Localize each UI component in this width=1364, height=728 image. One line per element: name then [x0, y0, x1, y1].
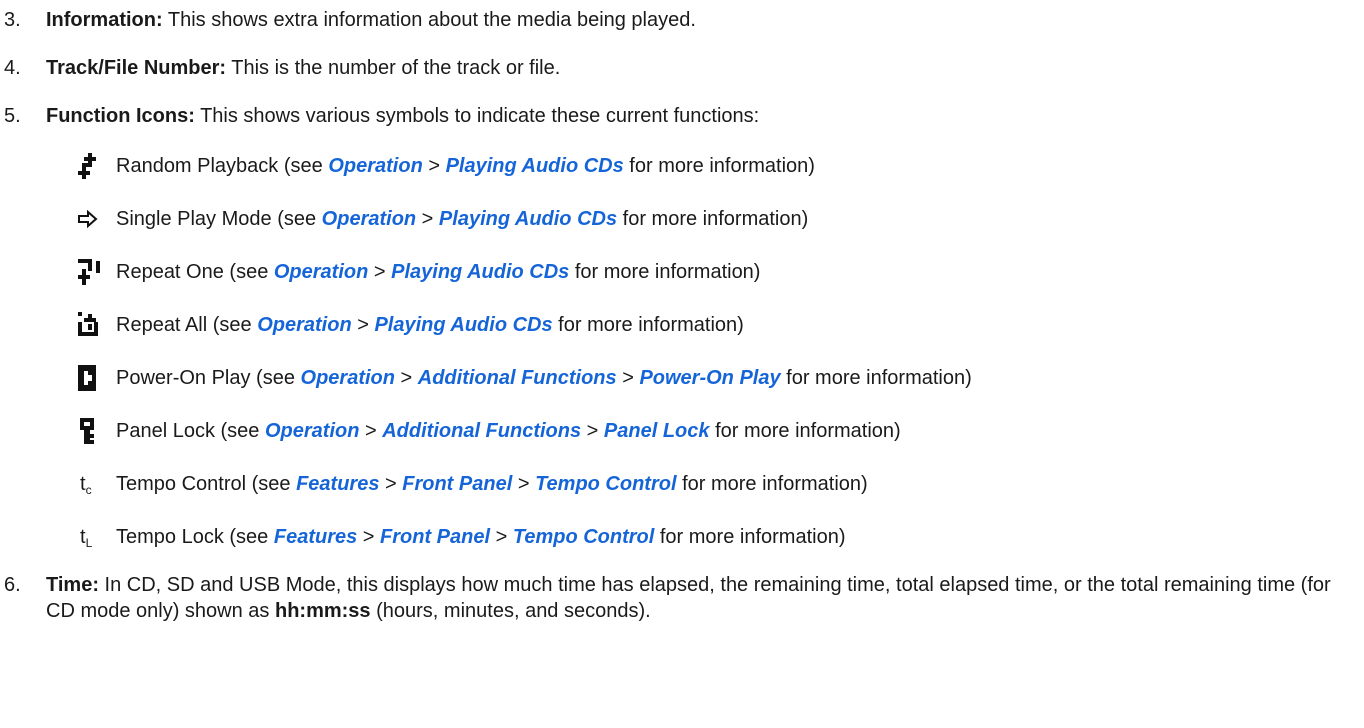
- link-front-panel[interactable]: Front Panel: [402, 473, 512, 495]
- link-panel-lock[interactable]: Panel Lock: [604, 420, 710, 442]
- function-label: Single Play Mode (see: [116, 208, 322, 230]
- function-label: Panel Lock (see: [116, 420, 265, 442]
- link-playing-audio-cds[interactable]: Playing Audio CDs: [439, 208, 617, 230]
- repeat-one-icon: [76, 259, 102, 285]
- item-term: Information:: [46, 9, 163, 31]
- link-separator: >: [359, 420, 383, 442]
- document-page: 3. Information: This shows extra informa…: [0, 0, 1364, 728]
- function-text: Repeat One (see Operation > Playing Audi…: [116, 259, 760, 285]
- function-suffix: for more information): [709, 420, 901, 442]
- link-front-panel[interactable]: Front Panel: [380, 526, 490, 548]
- tempo-glyph-sub: c: [85, 483, 92, 497]
- function-text: Power-On Play (see Operation > Additiona…: [116, 365, 972, 391]
- link-playing-audio-cds[interactable]: Playing Audio CDs: [446, 155, 624, 177]
- link-separator: >: [379, 473, 403, 495]
- function-text: Panel Lock (see Operation > Additional F…: [116, 418, 901, 444]
- link-additional-functions[interactable]: Additional Functions: [382, 420, 581, 442]
- link-operation[interactable]: Operation: [328, 155, 422, 177]
- link-power-on-play[interactable]: Power-On Play: [639, 367, 780, 389]
- link-separator: >: [368, 261, 392, 283]
- repeat-all-icon: [76, 312, 102, 338]
- link-separator: >: [581, 420, 604, 442]
- link-separator: >: [616, 367, 640, 389]
- function-label: Power-On Play (see: [116, 367, 301, 389]
- link-tempo-control[interactable]: Tempo Control: [513, 526, 654, 548]
- random-playback-icon: [76, 153, 102, 179]
- function-suffix: for more information): [676, 473, 868, 495]
- link-tempo-control[interactable]: Tempo Control: [535, 473, 676, 495]
- time-format: hh:mm:ss: [274, 600, 371, 622]
- item-term: Track/File Number:: [46, 57, 227, 79]
- item-term: Time:: [46, 574, 99, 596]
- item-desc: This shows various symbols to indicate t…: [194, 105, 760, 127]
- item-desc-tail: (hours, minutes, and seconds).: [370, 600, 651, 622]
- link-separator: >: [490, 526, 513, 548]
- function-suffix: for more information): [623, 155, 815, 177]
- item-body: Function Icons: This shows various symbo…: [46, 103, 759, 129]
- function-suffix: for more information): [569, 261, 761, 283]
- link-operation[interactable]: Operation: [301, 367, 395, 389]
- function-suffix: for more information): [617, 208, 809, 230]
- link-separator: >: [416, 208, 439, 230]
- function-text: Tempo Control (see Features > Front Pane…: [116, 471, 868, 497]
- link-operation[interactable]: Operation: [257, 314, 351, 336]
- link-separator: >: [512, 473, 536, 495]
- function-label: Random Playback (see: [116, 155, 329, 177]
- function-label: Tempo Control (see: [116, 473, 297, 495]
- item-number: 6.: [4, 574, 21, 596]
- power-on-play-icon: [76, 365, 102, 391]
- link-playing-audio-cds[interactable]: Playing Audio CDs: [391, 261, 569, 283]
- item-desc: In CD, SD and USB Mode, this displays ho…: [46, 574, 1331, 622]
- link-separator: >: [394, 367, 418, 389]
- function-label: Repeat One (see: [116, 261, 274, 283]
- link-operation[interactable]: Operation: [265, 420, 359, 442]
- panel-lock-icon: [76, 418, 102, 444]
- single-play-icon: [76, 206, 102, 232]
- tempo-control-icon: tc: [76, 471, 102, 497]
- item-number: 4.: [4, 57, 21, 79]
- function-text: Tempo Lock (see Features > Front Panel >…: [116, 524, 845, 550]
- function-text: Single Play Mode (see Operation > Playin…: [116, 206, 808, 232]
- link-features[interactable]: Features: [274, 526, 357, 548]
- item-term: Function Icons:: [46, 105, 195, 127]
- function-text: Repeat All (see Operation > Playing Audi…: [116, 312, 744, 338]
- item-desc: This is the number of the track or file.: [226, 57, 561, 79]
- tempo-lock-icon: tL: [76, 524, 102, 550]
- item-desc: This shows extra information about the m…: [162, 9, 696, 31]
- tempo-glyph-sub: L: [85, 536, 93, 550]
- link-operation[interactable]: Operation: [274, 261, 368, 283]
- item-number: 5.: [4, 105, 21, 127]
- function-label: Tempo Lock (see: [116, 526, 274, 548]
- function-suffix: for more information): [552, 314, 744, 336]
- link-separator: >: [357, 526, 381, 548]
- link-features[interactable]: Features: [296, 473, 379, 495]
- function-suffix: for more information): [654, 526, 846, 548]
- item-body: Information: This shows extra informatio…: [46, 7, 696, 33]
- link-separator: >: [351, 314, 375, 336]
- link-separator: >: [422, 155, 446, 177]
- function-label: Repeat All (see: [116, 314, 258, 336]
- function-text: Random Playback (see Operation > Playing…: [116, 153, 815, 179]
- item-number: 3.: [4, 9, 21, 31]
- link-playing-audio-cds[interactable]: Playing Audio CDs: [374, 314, 552, 336]
- item-body: Track/File Number: This is the number of…: [46, 55, 560, 81]
- link-operation[interactable]: Operation: [322, 208, 416, 230]
- item-body: Time: In CD, SD and USB Mode, this displ…: [46, 572, 1346, 624]
- function-suffix: for more information): [780, 367, 972, 389]
- link-additional-functions[interactable]: Additional Functions: [418, 367, 617, 389]
